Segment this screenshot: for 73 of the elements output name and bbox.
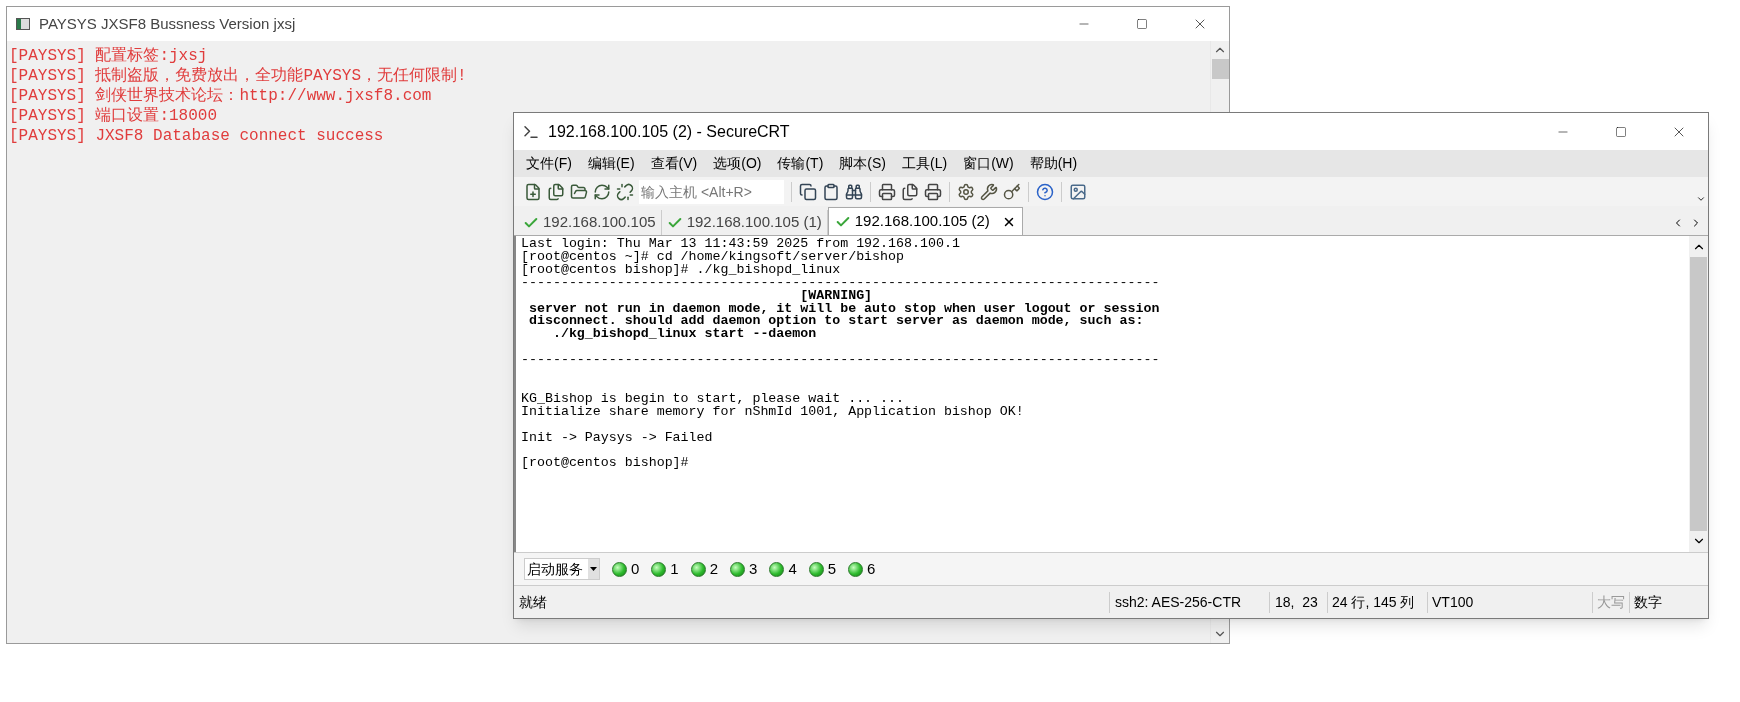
menu-item[interactable]: 传输(T): [777, 153, 824, 174]
window-title: 192.168.100.105 (2) - SecureCRT: [548, 121, 790, 142]
session-button[interactable]: 2: [690, 557, 719, 581]
toolbar-icon[interactable]: [616, 182, 634, 201]
session-button[interactable]: 4: [769, 557, 797, 581]
log-line: [PAYSYS] 剑侠世界技术论坛：http://www.jxsf8.com: [9, 86, 432, 106]
session-tab[interactable]: 192.168.100.105 (2): [827, 207, 1023, 235]
menu-item[interactable]: 窗口(W): [963, 153, 1014, 174]
toolbar-icon[interactable]: [799, 182, 817, 201]
toolbar-icon[interactable]: [901, 182, 919, 201]
terminal-line: [root@centos ~]# cd /home/kingsoft/server/bishop: [521, 250, 905, 264]
status-text: 就绪: [518, 592, 548, 612]
menu-item[interactable]: 查看(V): [650, 153, 698, 174]
status-light-icon: [769, 561, 785, 577]
toolbar-icon[interactable]: [845, 182, 863, 201]
toolbar-icon[interactable]: [570, 182, 588, 201]
session-button[interactable]: 1: [651, 557, 679, 581]
toolbar-icon[interactable]: [1069, 182, 1087, 201]
scroll-thumb[interactable]: [1690, 257, 1707, 531]
dropdown-caret-icon[interactable]: [588, 559, 599, 579]
terminal-line: Init -> Paysys -> Failed: [521, 431, 714, 445]
log-line: [PAYSYS] 配置标签:jxsj: [9, 46, 208, 66]
menu-item[interactable]: 文件(F): [526, 153, 572, 174]
session-button[interactable]: 6: [848, 557, 876, 581]
toolbar-icon[interactable]: [524, 182, 542, 201]
status-text: 18, 23: [1269, 591, 1327, 613]
host-field[interactable]: 输入主机 <Alt+R>: [639, 179, 784, 204]
menu-item[interactable]: 工具(L): [902, 153, 948, 174]
toolbar-overflow-icon[interactable]: [1696, 194, 1706, 204]
status-light-icon: [808, 561, 824, 577]
toolbar-icon[interactable]: [822, 182, 840, 201]
terminal-line: --------------------------------------------------------------------------------: [521, 276, 1161, 290]
session-button[interactable]: 5: [808, 557, 837, 581]
window-title: PAYSYS JXSF8 Bussness Version jxsj: [39, 13, 296, 34]
session-button[interactable]: 3: [730, 557, 758, 581]
terminal-line: KG_Bishop is begin to start, please wait ... ...: [521, 392, 905, 406]
toolbar-icon[interactable]: [980, 182, 998, 201]
menu-item[interactable]: 编辑(E): [587, 153, 635, 174]
log-line: [PAYSYS] 抵制盗版，免费放出，全功能PAYSYS，无任何限制!: [9, 66, 467, 86]
status-text: ssh2: AES-256-CTR: [1109, 591, 1269, 613]
log-line: [PAYSYS] JXSF8 Database connect success: [9, 126, 384, 146]
terminal-line: [WARNING]: [799, 289, 873, 303]
key-indicator: 大写: [1592, 591, 1629, 613]
menu-item[interactable]: 选项(O): [713, 153, 762, 174]
status-light-icon: [848, 561, 864, 577]
key-indicator: 数字: [1629, 591, 1666, 613]
menu-item[interactable]: 脚本(S): [839, 153, 886, 174]
scrollbar[interactable]: [1689, 236, 1708, 552]
status-text: 24 行, 145 列: [1327, 591, 1427, 613]
toolbar-icon[interactable]: [593, 182, 611, 201]
toolbar-icon[interactable]: [957, 182, 975, 201]
toolbar-icon[interactable]: [878, 182, 896, 201]
status-light-icon: [612, 561, 627, 577]
toolbar-icon[interactable]: [924, 182, 942, 201]
terminal-line: [root@centos bishop]#: [521, 457, 690, 471]
status-light-icon: [651, 561, 667, 577]
toolbar-icon[interactable]: [547, 182, 565, 201]
status-light-icon: [730, 561, 746, 577]
help-icon[interactable]: [1036, 182, 1054, 201]
log-line: [PAYSYS] 端口设置:18000: [9, 106, 218, 126]
menu-item[interactable]: 帮助(H): [1029, 153, 1078, 174]
app-icon: [16, 18, 30, 30]
terminal-line: Initialize share memory for nShmId 1001, Application bishop OK!: [521, 405, 1025, 419]
terminal-line: --------------------------------------------------------------------------------: [521, 354, 1161, 368]
status-light-icon: [690, 561, 706, 577]
toolbar-icon[interactable]: [1003, 182, 1021, 201]
session-button[interactable]: 0: [612, 557, 640, 581]
terminal-line: Last login: Thu Mar 13 11:43:59 2025 from 192.168.100.1: [521, 238, 961, 251]
scroll-thumb[interactable]: [1211, 59, 1229, 79]
terminal-line: [root@centos bishop]# ./kg_bishopd_linux: [521, 263, 841, 277]
command-dropdown[interactable]: 启动服务: [524, 558, 600, 580]
terminal-line: ./kg_bishopd_linux start --daemon: [551, 328, 818, 342]
status-text: VT100: [1427, 591, 1592, 613]
